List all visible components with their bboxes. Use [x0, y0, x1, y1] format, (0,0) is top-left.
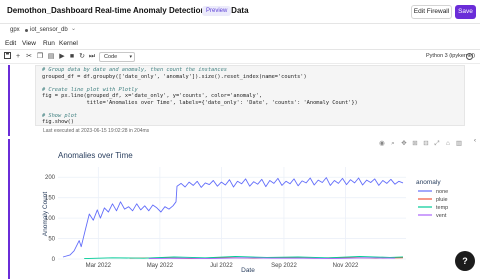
code-line: # Create line plot with Plotly	[42, 86, 138, 93]
preview-badge: Preview	[202, 6, 232, 16]
code-line: fig = px.line(grouped_df, x='date_only',…	[42, 93, 263, 99]
cell-type-value: Code	[104, 54, 118, 60]
legend-title: anomaly	[416, 179, 441, 186]
chevron-down-icon[interactable]: ⌄	[71, 25, 76, 32]
code-editor[interactable]: # Group data by date and anomaly, then c…	[35, 65, 465, 126]
y-tick-label: 200	[45, 175, 56, 181]
run-icon[interactable]: ▶	[58, 52, 66, 61]
legend-label-pluie[interactable]: pluie	[436, 197, 448, 203]
output-cell-indicator[interactable]	[8, 139, 10, 279]
help-button[interactable]: ?	[455, 251, 475, 271]
execution-info: Last executed at 2023-06-15 19:02:28 in …	[43, 128, 150, 134]
save-icon[interactable]	[3, 52, 11, 61]
x-tick-label: May 2022	[147, 263, 174, 269]
environment-label[interactable]: gpx	[10, 27, 20, 33]
x-axis-title: Date	[241, 267, 255, 274]
kernel-status-icon	[466, 53, 473, 60]
y-tick-label: 0	[52, 257, 56, 263]
stop-icon[interactable]: ■	[68, 52, 76, 61]
menu-edit[interactable]: Edit	[5, 40, 16, 47]
legend-label-none[interactable]: none	[436, 189, 448, 195]
code-line: title='Anomalies over Time', labels={'da…	[42, 99, 358, 106]
code-line: # Show plot	[42, 112, 78, 119]
series-line-vent[interactable]	[148, 257, 395, 260]
y-tick-label: 50	[48, 237, 55, 243]
x-tick-label: Mar 2022	[86, 263, 112, 269]
top-header: Demothon_Dashboard Real-time Anomaly Det…	[0, 0, 480, 24]
collapse-panel-icon[interactable]: ‹	[474, 138, 476, 144]
chevron-down-icon: ▾	[129, 54, 132, 60]
code-line: fig.show()	[42, 119, 74, 125]
edit-firewall-button[interactable]: Edit Firewall	[411, 5, 452, 19]
legend-label-temp[interactable]: temp	[436, 205, 448, 211]
copy-icon[interactable]: ❐	[36, 52, 44, 61]
save-button[interactable]: Save	[455, 5, 476, 19]
separator-dot-icon	[25, 29, 28, 32]
environment-row: gpx iot_sensor_db ⌄	[0, 24, 480, 38]
chart-title: Anomalies over Time	[58, 151, 133, 160]
menu-kernel[interactable]: Kernel	[59, 40, 78, 47]
cut-icon[interactable]: ✂	[25, 52, 33, 61]
fast-forward-icon[interactable]: ⏭	[88, 52, 96, 61]
menu-view[interactable]: View	[22, 40, 36, 47]
x-tick-label: Jul 2022	[210, 263, 233, 269]
x-tick-label: Nov 2022	[333, 263, 359, 269]
x-tick-label: Sep 2022	[271, 263, 297, 269]
add-icon[interactable]: +	[14, 52, 22, 61]
series-line-none[interactable]	[62, 177, 404, 258]
legend-label-vent[interactable]: vent	[436, 213, 447, 219]
y-axis-title: Anomaly Count	[42, 192, 49, 237]
code-line: grouped_df = df.groupby(['date_only', 'a…	[42, 73, 307, 80]
notebook-toolbar: + ✂ ❐ ▤ ▶ ■ ↻ ⏭ Code ▾ Python 3 (ipykern…	[0, 50, 480, 64]
menu-bar: Edit View Run Kernel	[0, 38, 480, 50]
code-cell[interactable]: # Group data by date and anomaly, then c…	[8, 65, 472, 136]
active-cell-indicator[interactable]	[8, 65, 10, 136]
code-line: # Group data by date and anomaly, then c…	[42, 67, 227, 73]
database-selector[interactable]: iot_sensor_db	[30, 27, 68, 33]
menu-run[interactable]: Run	[43, 40, 55, 47]
anomalies-line-chart[interactable]: Anomalies over Time 050100150200Mar 2022…	[36, 139, 472, 279]
restart-icon[interactable]: ↻	[78, 52, 86, 61]
cell-type-select[interactable]: Code ▾	[99, 52, 135, 62]
paste-icon[interactable]: ▤	[47, 52, 55, 61]
